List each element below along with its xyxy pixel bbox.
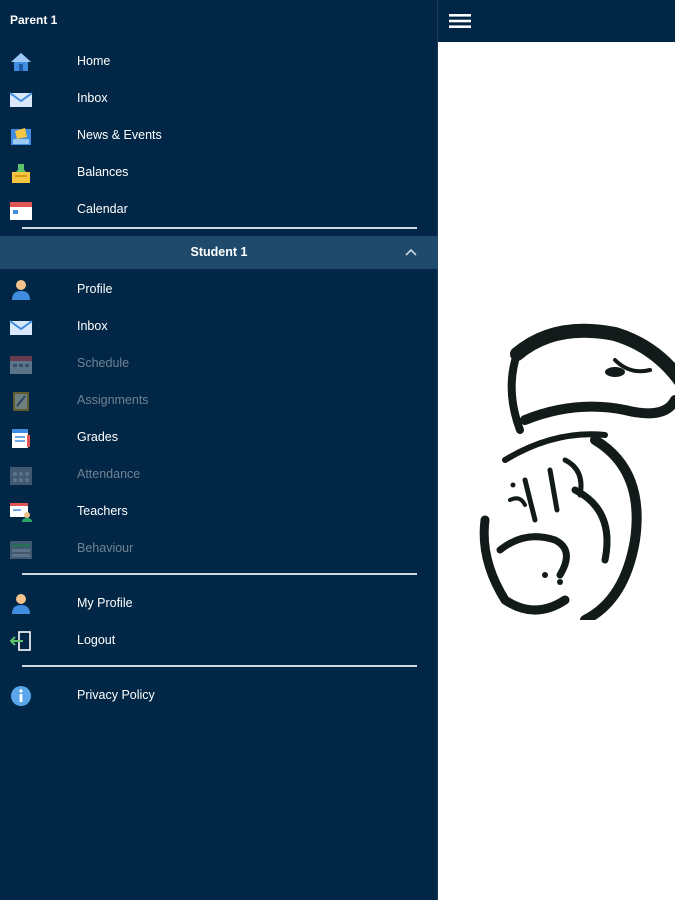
home-icon — [11, 53, 31, 71]
nav-item-news-events[interactable]: News & Events — [0, 118, 438, 154]
balances-icon — [12, 164, 30, 183]
assignments-icon — [13, 392, 29, 411]
nav-item-inbox[interactable]: Inbox — [0, 81, 438, 117]
drawer-divider — [22, 573, 417, 575]
nav-item-my-profile[interactable]: My Profile — [0, 586, 438, 622]
drawer-divider — [22, 665, 417, 667]
navigation-drawer: Parent 1 Home Inbox News & Events Balanc… — [0, 0, 438, 900]
profile-icon — [12, 280, 30, 300]
nav-item-behaviour[interactable]: Behaviour — [0, 531, 438, 567]
nav-item-schedule[interactable]: Schedule — [0, 346, 438, 382]
nav-item-teachers[interactable]: Teachers — [0, 494, 438, 530]
nav-item-assignments[interactable]: Assignments — [0, 383, 438, 419]
app-toolbar — [438, 0, 675, 42]
nav-item-logout[interactable]: Logout — [0, 623, 438, 659]
attendance-icon — [10, 467, 32, 485]
hamburger-icon[interactable] — [449, 13, 471, 29]
logout-icon — [9, 631, 31, 651]
bird-calligraphy-logo — [479, 323, 675, 620]
grades-icon — [12, 429, 30, 448]
nav-item-student-inbox[interactable]: Inbox — [0, 309, 438, 345]
nav-item-balances[interactable]: Balances — [0, 155, 438, 191]
nav-item-calendar[interactable]: Calendar — [0, 192, 438, 228]
behaviour-icon — [10, 541, 32, 559]
calendar-icon — [10, 202, 32, 220]
student-section-header[interactable]: Student 1 — [0, 236, 438, 269]
nav-item-attendance[interactable]: Attendance — [0, 457, 438, 493]
drawer-divider — [22, 227, 417, 229]
info-icon — [11, 686, 31, 706]
profile-icon — [12, 594, 30, 614]
nav-item-privacy-policy[interactable]: Privacy Policy — [0, 678, 438, 714]
nav-item-profile[interactable]: Profile — [0, 272, 438, 308]
drawer-title: Parent 1 — [10, 13, 58, 27]
schedule-icon — [10, 356, 32, 374]
mail-icon — [9, 92, 33, 107]
chevron-up-icon — [405, 248, 417, 256]
teachers-icon — [10, 503, 32, 522]
mail-icon — [9, 320, 33, 335]
nav-item-home[interactable]: Home — [0, 44, 438, 80]
news-icon — [11, 128, 31, 145]
nav-item-grades[interactable]: Grades — [0, 420, 438, 456]
